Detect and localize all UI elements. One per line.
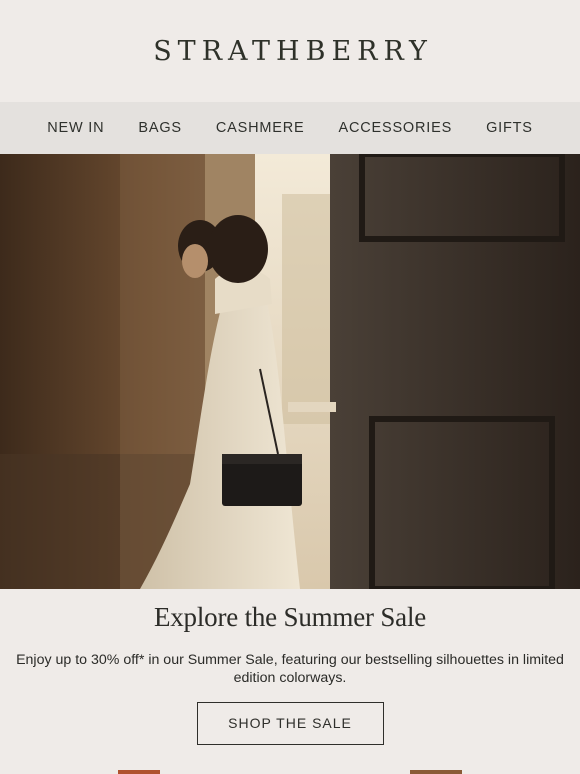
promo-title: Explore the Summer Sale — [153, 602, 427, 632]
hero-image[interactable] — [0, 154, 580, 589]
hero-photo-illustration — [0, 154, 580, 589]
email-header: STRATHBERRY — [0, 0, 580, 102]
next-section-peek — [118, 770, 462, 774]
category-nav: NEW IN BAGS CASHMERE ACCESSORIES GIFTS — [0, 102, 580, 154]
promo-section: Explore the Summer Sale Enjoy up to 30% … — [0, 589, 580, 745]
nav-item-gifts[interactable]: GIFTS — [486, 120, 533, 136]
nav-item-new-in[interactable]: NEW IN — [47, 120, 104, 136]
promo-body: Enjoy up to 30% off* in our Summer Sale,… — [16, 652, 564, 686]
shop-the-sale-button[interactable]: SHOP THE SALE — [196, 702, 384, 745]
nav-item-accessories[interactable]: ACCESSORIES — [339, 120, 453, 136]
nav-item-cashmere[interactable]: CASHMERE — [216, 120, 305, 136]
nav-item-bags[interactable]: BAGS — [138, 120, 182, 136]
brand-logo[interactable]: STRATHBERRY — [147, 36, 433, 67]
